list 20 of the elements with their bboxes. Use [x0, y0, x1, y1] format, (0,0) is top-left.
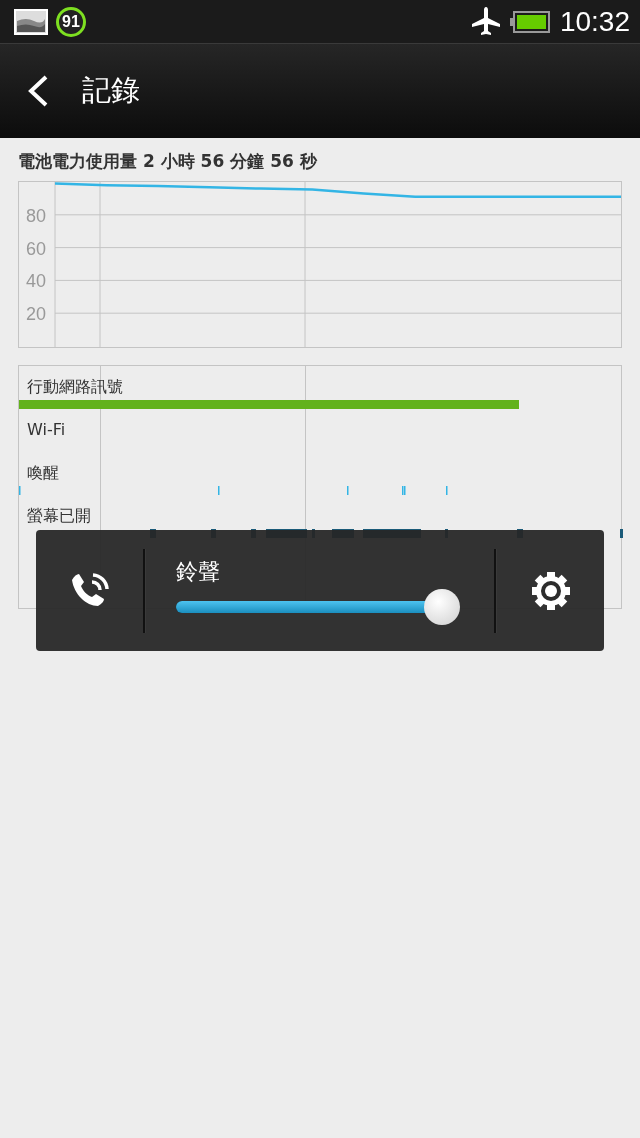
volume-title: 鈴聲 [176, 557, 220, 586]
airplane-icon [469, 5, 502, 38]
battery-level-badge: 91 [56, 6, 86, 37]
row-label: 喚醒 [26, 462, 59, 484]
axis-label: 20 [26, 304, 47, 325]
battery-icon [509, 10, 550, 33]
axis-label: 40 [26, 271, 47, 292]
row-label: Wi-Fi [26, 419, 66, 441]
row-label: 行動網路訊號 [26, 376, 123, 398]
volume-slider[interactable] [176, 588, 458, 625]
row-label: 螢幕已開 [26, 505, 91, 527]
axis-label: 60 [26, 238, 47, 259]
gallery-icon [14, 8, 48, 35]
slider-thumb[interactable] [424, 588, 461, 625]
screen-title: 記錄 [82, 72, 140, 109]
axis-label: 80 [26, 205, 47, 226]
settings-icon[interactable] [529, 569, 572, 612]
usage-summary: 電池電力使用量 2 小時 56 分鐘 56 秒 [18, 150, 318, 173]
back-icon [26, 74, 50, 108]
clock-time: 10:32 [559, 5, 630, 38]
